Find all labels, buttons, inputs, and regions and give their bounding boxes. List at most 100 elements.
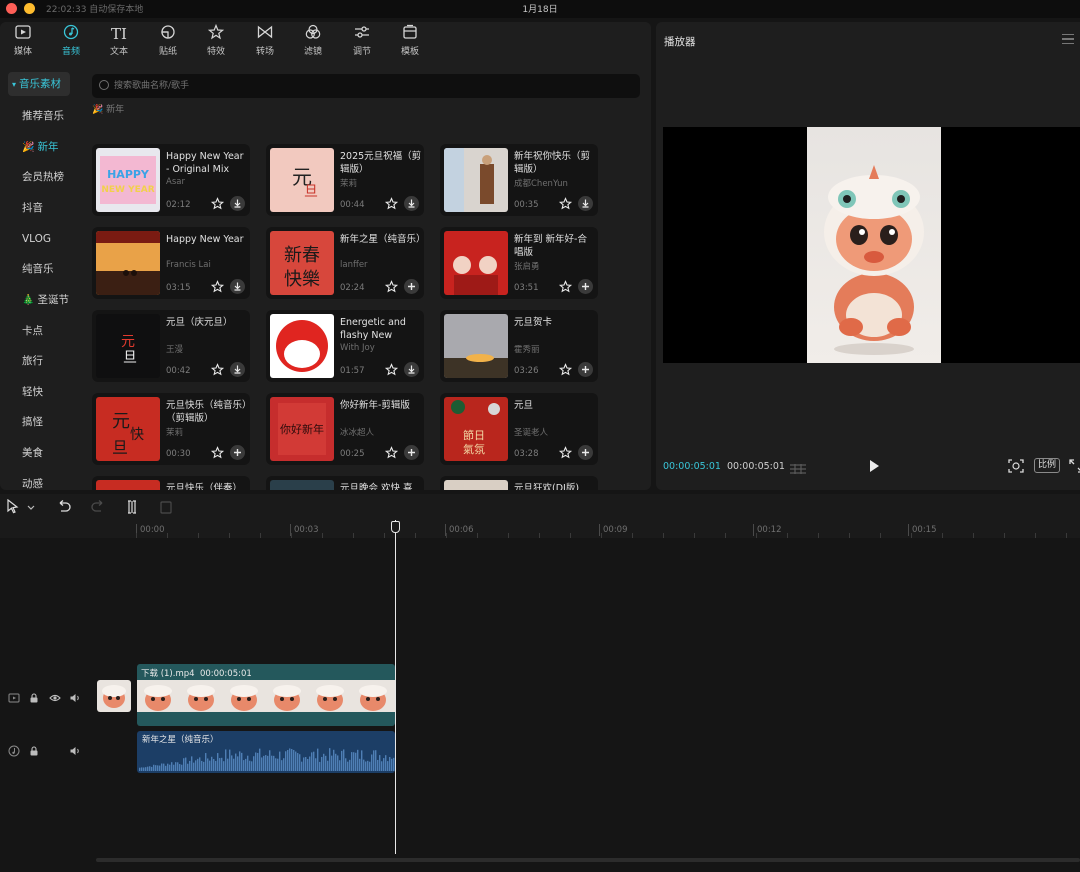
favorite-star-icon[interactable] bbox=[210, 445, 225, 460]
favorite-star-icon[interactable] bbox=[558, 196, 573, 211]
select-tool-icon[interactable] bbox=[6, 498, 22, 515]
download-icon[interactable] bbox=[230, 362, 245, 377]
favorite-star-icon[interactable] bbox=[558, 362, 573, 377]
sidebar-item-recommended[interactable]: 推荐音乐 bbox=[6, 104, 72, 128]
song-cover-image[interactable] bbox=[444, 480, 508, 490]
delete-icon[interactable] bbox=[158, 499, 174, 515]
sidebar-item-dynamic[interactable]: 动感 bbox=[6, 472, 72, 490]
song-cover-image[interactable] bbox=[444, 148, 508, 212]
favorite-star-icon[interactable] bbox=[210, 362, 225, 377]
download-icon[interactable] bbox=[230, 279, 245, 294]
split-icon[interactable] bbox=[124, 499, 140, 515]
sidebar-item-instrumental[interactable]: 纯音乐 bbox=[6, 257, 72, 281]
sidebar-item-funny[interactable]: 搞怪 bbox=[6, 410, 72, 434]
add-to-timeline-button[interactable] bbox=[404, 279, 419, 294]
sidebar-header-music[interactable]: ▾ 音乐素材 bbox=[8, 72, 70, 96]
timeline-grid-icon[interactable] bbox=[789, 460, 807, 474]
add-to-timeline-button[interactable] bbox=[578, 279, 593, 294]
song-cover-image[interactable] bbox=[270, 314, 334, 378]
song-cover-image[interactable] bbox=[270, 480, 334, 490]
download-icon[interactable] bbox=[230, 196, 245, 211]
download-icon[interactable] bbox=[578, 196, 593, 211]
tab-sticker[interactable]: 贴纸 bbox=[145, 24, 191, 60]
sidebar-item-light[interactable]: 轻快 bbox=[6, 380, 72, 404]
tab-text[interactable]: TI 文本 bbox=[96, 24, 142, 60]
focus-view-icon[interactable] bbox=[1008, 458, 1024, 473]
song-cover-image[interactable]: 元快旦 bbox=[96, 397, 160, 461]
song-card[interactable]: 元旦晚会 欢快 喜悦 成都潜在人工智能科 bbox=[266, 476, 424, 490]
song-card[interactable]: 元旦 元旦快乐（伴奏） 王漫 bbox=[92, 476, 250, 490]
music-search-box[interactable] bbox=[92, 74, 640, 98]
song-card[interactable]: 你好新年 你好新年-剪辑版 冰冰超人 00:25 bbox=[266, 393, 424, 465]
song-card[interactable]: 新年到 新年好-合唱版 张启勇 03:51 bbox=[440, 227, 598, 299]
download-icon[interactable] bbox=[404, 196, 419, 211]
fullscreen-icon[interactable] bbox=[1069, 458, 1080, 473]
favorite-star-icon[interactable] bbox=[210, 279, 225, 294]
song-card[interactable]: 元快旦 元旦快乐（纯音乐）（剪辑版） 茉莉 00:30 bbox=[92, 393, 250, 465]
song-cover-image[interactable] bbox=[96, 231, 160, 295]
lock-icon[interactable] bbox=[28, 742, 40, 756]
tab-effects[interactable]: 特效 bbox=[193, 23, 239, 60]
favorite-star-icon[interactable] bbox=[558, 445, 573, 460]
tab-media[interactable]: 媒体 bbox=[0, 24, 46, 60]
timeline-horizontal-scrollbar[interactable] bbox=[96, 858, 1080, 862]
song-cover-image[interactable]: 元旦 bbox=[96, 480, 160, 490]
track-cover-thumbnail[interactable] bbox=[97, 680, 131, 712]
song-cover-image[interactable] bbox=[444, 231, 508, 295]
song-card[interactable]: 新年祝你快乐（剪辑版） 成都ChenYun 00:35 bbox=[440, 144, 598, 216]
playhead-line[interactable] bbox=[395, 520, 396, 854]
add-to-timeline-button[interactable] bbox=[578, 445, 593, 460]
undo-icon[interactable] bbox=[56, 499, 72, 515]
song-card[interactable]: HAPPY NEW YEAR Happy New Year - Original … bbox=[92, 144, 250, 216]
add-to-timeline-button[interactable] bbox=[404, 445, 419, 460]
add-to-timeline-button[interactable] bbox=[578, 362, 593, 377]
song-card[interactable]: 元旦 元旦（庆元旦） 王漫 00:42 bbox=[92, 310, 250, 382]
sidebar-item-vip-chart[interactable]: 会员热榜 bbox=[6, 165, 72, 189]
favorite-star-icon[interactable] bbox=[384, 362, 399, 377]
sidebar-item-travel[interactable]: 旅行 bbox=[6, 349, 72, 373]
player-menu-icon[interactable] bbox=[1062, 34, 1074, 44]
add-to-timeline-button[interactable] bbox=[230, 445, 245, 460]
sidebar-item-christmas[interactable]: 🎄 圣诞节 bbox=[6, 288, 72, 312]
tab-transition[interactable]: 转场 bbox=[242, 24, 288, 60]
song-cover-image[interactable]: 節日 氣氛 bbox=[444, 397, 508, 461]
mute-speaker-icon[interactable] bbox=[69, 689, 81, 702]
song-cover-image[interactable]: 新春 快樂 bbox=[270, 231, 334, 295]
visibility-eye-icon[interactable] bbox=[49, 689, 61, 702]
music-search-input[interactable] bbox=[114, 77, 614, 95]
song-card[interactable]: 元旦狂欢(DJ版) 珊珊 bbox=[440, 476, 598, 490]
favorite-star-icon[interactable] bbox=[384, 196, 399, 211]
favorite-star-icon[interactable] bbox=[210, 196, 225, 211]
sidebar-item-douyin[interactable]: 抖音 bbox=[6, 196, 72, 220]
audio-clip[interactable]: 新年之星（纯音乐） bbox=[137, 731, 395, 773]
playhead-handle[interactable] bbox=[391, 521, 400, 533]
mute-speaker-icon[interactable] bbox=[69, 742, 81, 755]
song-card[interactable]: 元旦贺卡 霍秀丽 03:26 bbox=[440, 310, 598, 382]
song-card[interactable]: Energetic and flashy New Year… With Joy … bbox=[266, 310, 424, 382]
song-cover-image[interactable] bbox=[444, 314, 508, 378]
play-button[interactable] bbox=[867, 458, 881, 474]
sidebar-item-food[interactable]: 美食 bbox=[6, 441, 72, 465]
favorite-star-icon[interactable] bbox=[384, 445, 399, 460]
lock-icon[interactable] bbox=[28, 689, 40, 703]
song-cover-image[interactable]: 元旦 bbox=[96, 314, 160, 378]
aspect-ratio-button[interactable]: 比例 bbox=[1034, 458, 1061, 473]
song-card[interactable]: 新春 快樂 新年之星（纯音乐） lanffer 02:24 bbox=[266, 227, 424, 299]
video-clip[interactable]: 下载 (1).mp4 00:00:05:01 bbox=[137, 664, 395, 726]
song-cover-image[interactable]: 你好新年 bbox=[270, 397, 334, 461]
select-tool-dropdown-icon[interactable] bbox=[26, 499, 42, 515]
song-card[interactable]: 元旦 2025元旦祝福（剪辑版） 茉莉 00:44 bbox=[266, 144, 424, 216]
sidebar-item-vlog[interactable]: VLOG bbox=[6, 227, 72, 251]
tab-audio[interactable]: 音频 bbox=[48, 24, 94, 60]
sidebar-item-new-year[interactable]: 🎉 新年 bbox=[6, 135, 72, 159]
tab-filter[interactable]: 滤镜 bbox=[290, 24, 336, 60]
redo-icon[interactable] bbox=[90, 499, 106, 515]
sidebar-item-beat-sync[interactable]: 卡点 bbox=[6, 319, 72, 343]
download-icon[interactable] bbox=[404, 362, 419, 377]
song-card[interactable]: 節日 氣氛 元旦 圣诞老人 03:28 bbox=[440, 393, 598, 465]
timeline-ruler[interactable]: 00:00 00:03 00:06 00:09 00:12 00:15 bbox=[0, 520, 1080, 538]
favorite-star-icon[interactable] bbox=[384, 279, 399, 294]
tab-adjust[interactable]: 调节 bbox=[339, 24, 385, 60]
song-cover-image[interactable]: HAPPY NEW YEAR bbox=[96, 148, 160, 212]
song-cover-image[interactable]: 元旦 bbox=[270, 148, 334, 212]
